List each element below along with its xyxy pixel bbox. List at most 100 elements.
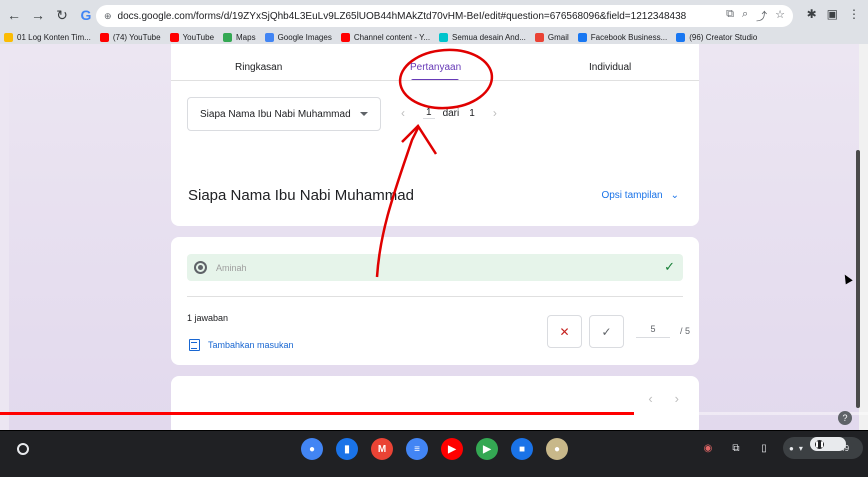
bookmark-item[interactable]: YouTube [169, 32, 215, 42]
chevron-right-icon[interactable]: › [675, 391, 679, 406]
bookmark-item[interactable]: Channel content - Y... [340, 32, 431, 42]
canva-icon [439, 32, 449, 42]
zoom-icon[interactable]: ⌕ [742, 8, 748, 24]
answer-divider [187, 296, 683, 297]
score-max: / 5 [680, 326, 691, 336]
bookmark-label: Google Images [277, 32, 332, 42]
bookmark-item[interactable]: Maps [223, 32, 256, 42]
bookmarks-bar: 01 Log Konten Tim... (74) YouTube YouTube M… [0, 30, 868, 44]
dropdown-caret-icon [360, 112, 368, 116]
record-icon[interactable]: ◉ [699, 439, 717, 457]
docs-app-icon[interactable]: ≡ [406, 438, 428, 460]
bookmark-label: Facebook Business... [590, 32, 668, 42]
chrome-app-icon[interactable]: ● [301, 438, 323, 460]
browser-toolbar: ← → ↻ G ⊕ docs.google.com/forms/d/19ZYxS… [0, 0, 868, 30]
pinned-apps: ● ▮ M ≡ ▶ ▶ ■ ● [301, 438, 568, 460]
mark-correct-button[interactable]: ✓ [589, 315, 624, 348]
youtube-app-icon[interactable]: ▶ [441, 438, 463, 460]
bookmark-item[interactable]: Google Images [264, 32, 332, 42]
bookmark-label: Maps [236, 32, 256, 42]
youtube-icon [340, 32, 350, 42]
launcher-icon[interactable] [17, 443, 29, 455]
menu-icon[interactable]: ⋮ [848, 7, 860, 21]
question-pager: ‹ 1 dari 1 › [401, 106, 497, 120]
help-icon[interactable]: ? [838, 411, 852, 425]
forward-arrow-icon[interactable]: → [28, 5, 48, 25]
gmail-app-icon[interactable]: M [371, 438, 393, 460]
scrollbar-track[interactable] [859, 44, 868, 430]
check-icon: ✓ [601, 324, 612, 339]
next-question-icon[interactable]: › [493, 106, 497, 120]
open-in-tab-icon[interactable]: ⧉ [726, 8, 734, 24]
chevron-left-icon[interactable]: ‹ [648, 391, 652, 406]
mark-incorrect-button[interactable]: ✕ [547, 315, 582, 348]
address-bar[interactable]: ⊕ docs.google.com/forms/d/19ZYxSjQhb4L3E… [96, 5, 793, 27]
display-options-button[interactable]: Opsi tampilan ⌄ [601, 190, 679, 201]
back-arrow-icon[interactable]: ← [4, 5, 24, 25]
creator-studio-icon [676, 32, 686, 42]
pause-icon: ❚❚ [814, 439, 825, 449]
score-field: 5 / 5 [636, 324, 690, 338]
responses-header-card: Ringkasan Pertanyaan Individual Siapa Na… [171, 44, 699, 184]
play-store-app-icon[interactable]: ▶ [476, 438, 498, 460]
site-info-icon[interactable]: ⊕ [104, 11, 112, 22]
forms-page: Ringkasan Pertanyaan Individual Siapa Na… [9, 44, 859, 430]
chevron-down-icon: ⌄ [670, 190, 679, 201]
maps-icon [223, 32, 233, 42]
bookmark-star-icon[interactable]: ☆ [775, 8, 785, 24]
gmail-icon [534, 32, 544, 42]
score-input[interactable]: 5 [636, 324, 670, 338]
answer-option-row: Aminah ✓ [187, 254, 683, 281]
phone-hub-icon[interactable]: ▯ [755, 439, 773, 457]
add-feedback-button[interactable]: Tambahkan masukan [189, 339, 294, 351]
os-shelf: ● ▮ M ≡ ▶ ▶ ■ ● ◉ ⧉ ▯ ● ▾ ❚❚ 10.49 [0, 431, 868, 477]
correct-check-icon: ✓ [664, 259, 675, 274]
response-count: 1 jawaban [187, 313, 229, 323]
google-account-icon[interactable]: G [76, 5, 96, 25]
scrollbar-thumb[interactable] [856, 150, 860, 408]
bookmark-item[interactable]: Semua desain And... [439, 32, 526, 42]
answer-card: Aminah ✓ 1 jawaban Tambahkan masukan ✕ ✓… [171, 237, 699, 365]
share-icon[interactable]: ⤴ [756, 8, 767, 24]
bookmark-item[interactable]: Facebook Business... [577, 32, 668, 42]
notification-icon: ● [789, 443, 794, 453]
bookmark-item[interactable]: Gmail [534, 32, 569, 42]
side-panel-icon[interactable]: ▣ [827, 7, 838, 21]
clipboard-icon[interactable]: ⧉ [727, 439, 745, 457]
bookmark-label: 01 Log Konten Tim... [17, 32, 91, 42]
other-app-icon[interactable]: ● [546, 438, 568, 460]
extensions-icon[interactable]: ✱ [807, 7, 817, 21]
feedback-doc-icon [189, 339, 200, 351]
reload-icon[interactable]: ↻ [52, 5, 72, 25]
bookmark-label: YouTube [182, 32, 215, 42]
pager-total: 1 [469, 107, 475, 119]
tabs-divider [171, 80, 699, 81]
url-text: docs.google.com/forms/d/19ZYxSjQhb4L3EuL… [117, 10, 687, 22]
bookmark-label: Channel content - Y... [353, 32, 431, 42]
facebook-icon [577, 32, 587, 42]
pager-current[interactable]: 1 [423, 107, 435, 119]
bookmark-label: Semua desain And... [452, 32, 526, 42]
bookmark-item[interactable]: 01 Log Konten Tim... [4, 32, 91, 42]
bookmark-item[interactable]: (96) Creator Studio [676, 32, 757, 42]
video-progress-fill[interactable] [0, 412, 634, 415]
question-title-card: Siapa Nama Ibu Nabi Muhammad Opsi tampil… [171, 166, 699, 226]
tab-pertanyaan[interactable]: Pertanyaan [410, 62, 461, 73]
wifi-icon: ▾ [798, 443, 803, 453]
tab-ringkasan[interactable]: Ringkasan [235, 62, 282, 73]
question-title: Siapa Nama Ibu Nabi Muhammad [188, 187, 414, 204]
files-app-icon[interactable]: ▮ [336, 438, 358, 460]
tab-individual[interactable]: Individual [589, 62, 631, 73]
prev-question-icon[interactable]: ‹ [401, 106, 405, 120]
question-select[interactable]: Siapa Nama Ibu Nabi Muhammad [187, 97, 381, 131]
bookmark-item[interactable]: (74) YouTube [99, 32, 161, 42]
display-options-label: Opsi tampilan [601, 190, 663, 201]
meet-app-icon[interactable]: ■ [511, 438, 533, 460]
pager-of-label: dari [442, 107, 460, 119]
google-icon [264, 32, 274, 42]
clock: 10.49 [829, 444, 850, 453]
next-card: ‹ › [171, 376, 699, 430]
close-icon: ✕ [559, 324, 570, 339]
radio-selected-icon [194, 261, 207, 274]
question-select-value: Siapa Nama Ibu Nabi Muhammad [200, 108, 351, 120]
